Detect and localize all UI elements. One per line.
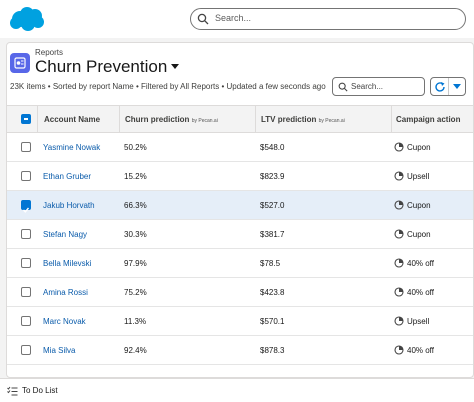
search-icon <box>338 82 348 92</box>
campaign-action-icon <box>394 171 404 181</box>
account-name-link[interactable]: Amina Rossi <box>43 288 88 297</box>
table-header: Account Name Churn prediction by Pecan.a… <box>7 105 473 133</box>
churn-prediction-value: 30.3% <box>124 230 147 239</box>
page-title: Churn Prevention <box>35 57 168 76</box>
account-name-link[interactable]: Stefan Nagy <box>43 230 87 239</box>
campaign-action-icon <box>394 229 404 239</box>
list-search-placeholder: Search... <box>351 82 384 91</box>
list-search-input[interactable]: Search... <box>332 77 425 96</box>
table-row[interactable]: Ethan Gruber 15.2% $823.9 Upsell <box>7 162 473 191</box>
column-label: Account Name <box>44 115 101 124</box>
report-list-card: Reports Churn Prevention 23K items • Sor… <box>6 42 474 378</box>
campaign-action-value: Cupon <box>407 201 431 210</box>
campaign-action-value: 40% off <box>407 346 434 355</box>
global-header: Search... <box>0 0 474 38</box>
account-name-link[interactable]: Ethan Gruber <box>43 172 91 181</box>
account-name-link[interactable]: Yasmine Nowak <box>43 143 100 152</box>
account-name-link[interactable]: Bella Milevski <box>43 259 91 268</box>
campaign-action-icon <box>394 142 404 152</box>
ltv-prediction-value: $381.7 <box>260 230 285 239</box>
row-checkbox[interactable] <box>21 316 31 326</box>
checkmark-icon <box>23 207 30 213</box>
campaign-action-value: Upsell <box>407 317 430 326</box>
ltv-prediction-value: $527.0 <box>260 201 285 210</box>
column-header-ltv-prediction[interactable]: LTV prediction by Pecan.ai <box>255 106 391 133</box>
ltv-prediction-value: $823.9 <box>260 172 285 181</box>
button-divider <box>448 78 449 95</box>
column-label: LTV prediction <box>261 115 317 124</box>
campaign-action-icon <box>394 345 404 355</box>
row-checkbox[interactable] <box>21 287 31 297</box>
column-sublabel: by Pecan.ai <box>191 118 218 124</box>
churn-prediction-value: 11.3% <box>124 317 147 326</box>
churn-prediction-value: 75.2% <box>124 288 147 297</box>
refresh-icon[interactable] <box>434 81 446 93</box>
row-checkbox[interactable] <box>21 229 31 239</box>
campaign-action-value: Cupon <box>407 230 431 239</box>
churn-prediction-value: 92.4% <box>124 346 147 355</box>
churn-prediction-value: 97.9% <box>124 259 147 268</box>
row-checkbox[interactable] <box>21 345 31 355</box>
account-name-link[interactable]: Marc Novak <box>43 317 86 326</box>
account-name-link[interactable]: Mia Silva <box>43 346 75 355</box>
churn-prediction-value: 66.3% <box>124 201 147 210</box>
list-actions-button-group <box>430 77 466 96</box>
campaign-action-icon <box>394 258 404 268</box>
table-row[interactable]: Yasmine Nowak 50.2% $548.0 Cupon <box>7 133 473 162</box>
chevron-down-icon[interactable] <box>453 84 461 89</box>
list-meta-info: 23K items • Sorted by report Name • Filt… <box>10 82 326 91</box>
campaign-action-value: 40% off <box>407 259 434 268</box>
column-header-account-name[interactable]: Account Name <box>37 106 119 133</box>
ltv-prediction-value: $548.0 <box>260 143 285 152</box>
select-all-checkbox[interactable] <box>21 114 31 124</box>
campaign-action-value: Cupon <box>407 143 431 152</box>
global-search-input[interactable]: Search... <box>190 8 466 30</box>
salesforce-logo[interactable] <box>8 5 46 33</box>
churn-prediction-value: 50.2% <box>124 143 147 152</box>
table-row[interactable]: Stefan Nagy 30.3% $381.7 Cupon <box>7 220 473 249</box>
column-sublabel: by Pecan.ai <box>318 118 345 124</box>
breadcrumb[interactable]: Reports <box>35 48 63 57</box>
column-header-churn-prediction[interactable]: Churn prediction by Pecan.ai <box>119 106 255 133</box>
to-do-list-button[interactable]: To Do List <box>22 386 58 395</box>
report-icon <box>10 53 30 73</box>
campaign-action-icon <box>394 316 404 326</box>
global-search-placeholder: Search... <box>215 13 252 23</box>
ltv-prediction-value: $423.8 <box>260 288 285 297</box>
row-checkbox[interactable] <box>21 200 31 213</box>
row-checkbox[interactable] <box>21 258 31 268</box>
campaign-action-icon <box>394 200 404 210</box>
column-label: Campaign action <box>396 115 461 124</box>
row-checkbox[interactable] <box>21 171 31 181</box>
row-checkbox[interactable] <box>21 142 31 152</box>
table-row[interactable]: Marc Novak 11.3% $570.1 Upsell <box>7 307 473 336</box>
table-row[interactable]: Bella Milevski 97.9% $78.5 40% off <box>7 249 473 278</box>
ltv-prediction-value: $570.1 <box>260 317 285 326</box>
ltv-prediction-value: $78.5 <box>260 259 281 268</box>
table-row[interactable]: Amina Rossi 75.2% $423.8 40% off <box>7 278 473 307</box>
campaign-action-value: Upsell <box>407 172 430 181</box>
campaign-action-icon <box>394 287 404 297</box>
search-icon <box>197 13 209 25</box>
utility-bar: To Do List <box>0 378 474 402</box>
table-row[interactable]: Mia Silva 92.4% $878.3 40% off <box>7 336 473 365</box>
title-dropdown-caret-icon[interactable] <box>171 64 179 69</box>
account-name-link[interactable]: Jakub Horvath <box>43 201 95 210</box>
ltv-prediction-value: $878.3 <box>260 346 285 355</box>
column-header-campaign-action[interactable]: Campaign action <box>391 106 473 133</box>
column-label: Churn prediction <box>125 115 190 124</box>
churn-prediction-value: 15.2% <box>124 172 147 181</box>
campaign-action-value: 40% off <box>407 288 434 297</box>
checklist-icon <box>7 386 18 396</box>
table-row[interactable]: Jakub Horvath 66.3% $527.0 Cupon <box>7 191 473 220</box>
